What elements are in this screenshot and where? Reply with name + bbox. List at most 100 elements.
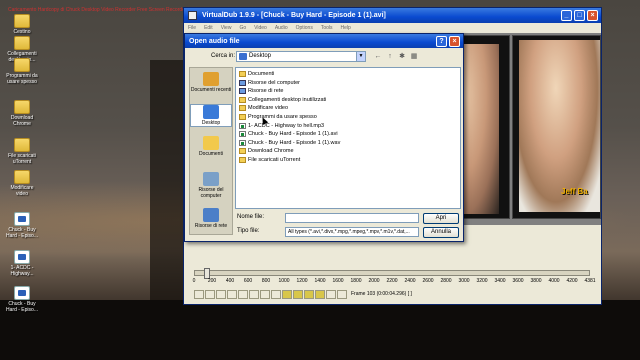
place-label: Documenti recenti — [190, 87, 232, 93]
toolbar-button[interactable] — [337, 290, 347, 299]
timeline-tick-label: 400 — [225, 278, 235, 284]
dialog-close-button[interactable]: × — [449, 36, 460, 47]
media-file-icon — [239, 131, 246, 138]
timeline-tick-label: 600 — [243, 278, 253, 284]
file-list-item[interactable]: Collegamenti desktop inutilizzati — [239, 96, 326, 104]
timeline-tick-label: 200 — [207, 278, 217, 284]
recent-docs-icon — [203, 72, 219, 86]
toolbar-button[interactable] — [227, 290, 237, 299]
maximize-button[interactable]: □ — [574, 10, 585, 21]
toolbar-button[interactable] — [216, 290, 226, 299]
desktop-icon-label: File scaricati uTorrent — [8, 153, 36, 165]
media-file-icon — [239, 139, 246, 146]
menu-item[interactable]: Video — [254, 25, 267, 31]
desktop-icon-item[interactable]: File scaricati uTorrent — [4, 138, 40, 165]
cancel-button[interactable]: Annulla — [423, 227, 459, 238]
timeline-tick-label: 4000 — [548, 278, 560, 284]
menu-item[interactable]: Help — [341, 25, 351, 31]
minimize-button[interactable]: _ — [561, 10, 572, 21]
open-audio-dialog[interactable]: Open audio file ? × Cerca in: Desktop ▼ … — [184, 33, 464, 242]
file-list-item[interactable]: Chuck - Buy Hard - Episode 1 (1).wav — [239, 139, 340, 147]
timeline-tick-label: 2200 — [386, 278, 398, 284]
toolbar-button[interactable] — [282, 290, 292, 299]
file-list-item[interactable]: Chuck - Buy Hard - Episode 1 (1).avi — [239, 130, 338, 138]
file-icon — [14, 286, 30, 300]
folder-icon — [239, 157, 246, 163]
file-list-item[interactable]: Documenti — [239, 70, 274, 78]
virtualdub-titlebar[interactable]: VirtualDub 1.9.9 - [Chuck - Buy Hard - E… — [184, 8, 601, 23]
timeline-tick-label: 2000 — [368, 278, 380, 284]
toolbar-button[interactable] — [293, 290, 303, 299]
folder-icon — [14, 36, 30, 50]
view-menu-icon[interactable]: ▦ — [409, 52, 419, 62]
filename-input[interactable] — [285, 213, 419, 223]
desktop-icon-item[interactable]: Chuck - Buy Hard - Episo... — [4, 212, 40, 239]
timeline-tick-label: 2400 — [404, 278, 416, 284]
timeline-track[interactable] — [194, 268, 590, 279]
toolbar-button[interactable] — [194, 290, 204, 299]
up-folder-icon[interactable]: ↑ — [385, 52, 395, 62]
file-name: Risorse di rete — [248, 88, 284, 95]
folder-icon — [239, 105, 246, 112]
timeline-tick-label: 4381 — [584, 278, 596, 284]
toolbar-button[interactable] — [260, 290, 270, 299]
desktop-icon-item[interactable]: Programmi da usare spesso — [4, 58, 40, 85]
virtualdub-menubar: File Edit View Go Video Audio Options Tools Help — [184, 23, 601, 33]
timeline-tick-label: 1800 — [350, 278, 362, 284]
file-list-item[interactable]: Download Chrome — [239, 147, 294, 155]
open-button[interactable]: Apri — [423, 213, 459, 224]
menu-item[interactable]: View — [221, 25, 232, 31]
toolbar-button[interactable] — [249, 290, 259, 299]
filetype-label: Tipo file: — [237, 228, 260, 234]
file-list-item[interactable]: Risorse di rete — [239, 87, 283, 95]
output-frame-image — [519, 40, 600, 212]
place-computer[interactable]: Risorse del computer — [190, 172, 232, 199]
file-icon — [14, 212, 30, 226]
file-name: Documenti — [248, 71, 275, 77]
file-list-item[interactable]: File scaricati uTorrent — [239, 156, 300, 164]
toolbar-button[interactable] — [326, 290, 336, 299]
file-list[interactable]: Documenti Risorse del computer Risorse di … — [235, 67, 461, 209]
timeline-tick-label: 0 — [192, 278, 196, 284]
place-desktop[interactable]: Desktop — [190, 104, 232, 127]
file-list-item[interactable]: Modificare video — [239, 104, 288, 112]
place-network[interactable]: Risorse di rete — [190, 208, 232, 229]
close-button[interactable]: × — [587, 10, 598, 21]
help-button[interactable]: ? — [436, 36, 447, 47]
timeline-tick-label: 3800 — [530, 278, 542, 284]
toolbar-button[interactable] — [304, 290, 314, 299]
documents-icon — [203, 136, 219, 150]
menu-item[interactable]: Go — [239, 25, 246, 31]
chevron-down-icon[interactable]: ▼ — [356, 52, 365, 61]
virtualdub-app-icon — [188, 11, 197, 20]
look-in-combo[interactable]: Desktop ▼ — [236, 51, 366, 62]
timeline-tick-label: 800 — [261, 278, 271, 284]
timeline-tick-label: 3000 — [458, 278, 470, 284]
file-list-item[interactable]: Risorse del computer — [239, 79, 300, 87]
folder-icon — [239, 148, 246, 155]
desktop-icon-item[interactable]: 1- ACDC - Highway... — [4, 250, 40, 277]
toolbar-button[interactable] — [205, 290, 215, 299]
menu-item[interactable]: Tools — [321, 25, 333, 31]
menu-item[interactable]: Audio — [275, 25, 288, 31]
new-folder-icon[interactable]: ✱ — [397, 52, 407, 62]
place-recent[interactable]: Documenti recenti — [190, 72, 232, 93]
menu-item[interactable]: File — [188, 25, 196, 31]
dialog-titlebar[interactable]: Open audio file ? × — [185, 34, 463, 48]
back-arrow-icon[interactable]: ← — [373, 52, 383, 62]
filetype-select[interactable]: All types (*.avi,*.divx,*.mpg,*.mpeg,*.m… — [285, 227, 419, 237]
desktop-icon-item[interactable]: Cestino — [4, 14, 40, 35]
menu-item[interactable]: Options — [296, 25, 313, 31]
desktop-icon-item[interactable]: Chuck - Buy Hard - Episo... — [4, 286, 40, 313]
desktop-icon-item[interactable]: Download Chrome — [4, 100, 40, 127]
output-video-pane[interactable]: Jeff Ba — [512, 35, 601, 219]
toolbar-button[interactable] — [238, 290, 248, 299]
toolbar-button[interactable] — [271, 290, 281, 299]
menu-item[interactable]: Edit — [204, 25, 213, 31]
file-list-item[interactable]: 1- ACDC - Highway to hell.mp3 — [239, 122, 324, 130]
timeline-tick-label: 3600 — [512, 278, 524, 284]
place-documents[interactable]: Documenti — [190, 136, 232, 157]
file-list-item[interactable]: Programmi da usare spesso — [239, 113, 317, 121]
desktop-icon-item[interactable]: Modificare video — [4, 170, 40, 197]
toolbar-button[interactable] — [315, 290, 325, 299]
